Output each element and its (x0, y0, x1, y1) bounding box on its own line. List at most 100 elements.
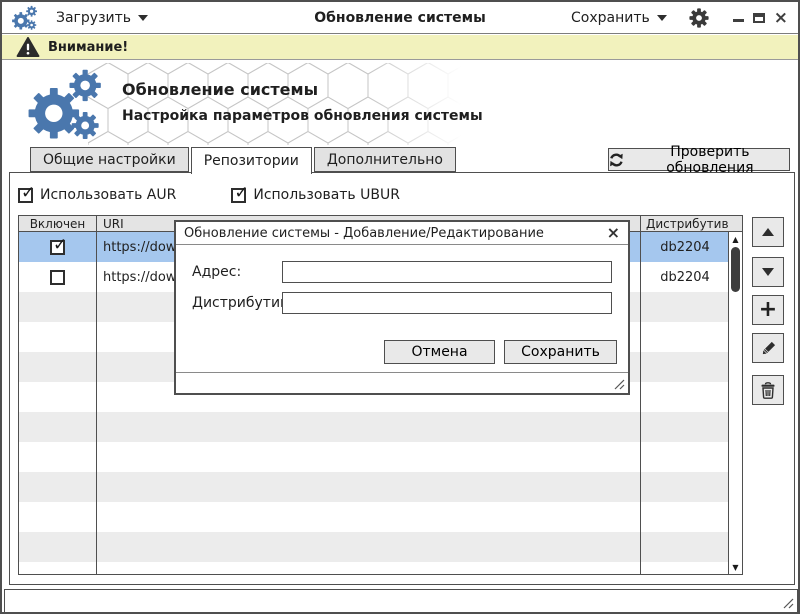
cancel-button[interactable]: Отмена (384, 340, 495, 364)
load-menu[interactable]: Загрузить (56, 10, 148, 26)
scroll-down-arrow-icon[interactable]: ▼ (729, 560, 742, 574)
cell-distro (640, 352, 730, 382)
check-updates-button[interactable]: Проверить обновления (608, 148, 790, 171)
hexagon-fade (368, 63, 478, 145)
app-gears-logo (20, 68, 112, 142)
use-aur-label: Использовать AUR (40, 187, 176, 203)
dialog-title: Обновление системы - Добавление/Редактир… (184, 226, 544, 241)
use-aur-option[interactable]: Использовать AUR (18, 187, 176, 203)
resize-handle-icon[interactable] (611, 376, 625, 390)
minimize-button[interactable] (733, 19, 744, 22)
use-ubur-checkbox[interactable] (231, 188, 246, 203)
use-ubur-option[interactable]: Использовать UBUR (231, 187, 400, 203)
repo-source-options: Использовать AUR Использовать UBUR (18, 187, 455, 203)
cell-enabled (19, 382, 96, 412)
cell-distro (640, 382, 730, 412)
save-button[interactable]: Сохранить (504, 340, 617, 364)
delete-repo-button[interactable] (752, 375, 784, 405)
cell-enabled (19, 352, 96, 382)
row-enabled-checkbox[interactable] (50, 240, 65, 255)
status-bar (4, 589, 798, 613)
app-window: Загрузить Обновление системы Сохранить ×… (0, 0, 800, 614)
cell-distro (640, 292, 730, 322)
warning-triangle-icon (16, 37, 40, 57)
use-aur-checkbox[interactable] (18, 188, 33, 203)
table-row[interactable] (19, 502, 742, 532)
cell-distro (640, 502, 730, 532)
cell-enabled (19, 292, 96, 322)
add-edit-dialog: Обновление системы - Добавление/Редактир… (174, 220, 630, 395)
move-down-button[interactable] (752, 257, 784, 287)
cell-enabled (19, 262, 96, 292)
header-banner: Обновление системы Настройка параметров … (2, 60, 798, 147)
table-row[interactable] (19, 532, 742, 562)
arrow-down-icon (762, 268, 774, 276)
cell-enabled (19, 532, 96, 562)
cell-enabled (19, 232, 96, 262)
cell-distro (640, 562, 730, 574)
distro-label: Дистрибутив: (192, 295, 293, 311)
app-gears-icon (10, 5, 40, 31)
chevron-down-icon (138, 15, 148, 21)
load-menu-label: Загрузить (56, 10, 131, 26)
settings-gear-icon[interactable] (689, 8, 709, 28)
table-row[interactable] (19, 472, 742, 502)
tab-general-settings[interactable]: Общие настройки (30, 147, 189, 172)
arrow-up-icon (762, 228, 774, 236)
save-menu-label: Сохранить (571, 10, 650, 26)
add-repo-button[interactable]: + (752, 295, 784, 325)
dialog-title-bar[interactable]: Обновление системы - Добавление/Редактир… (176, 222, 628, 245)
dialog-close-icon[interactable]: × (607, 223, 620, 242)
tab-strip: Общие настройки Репозитории Дополнительн… (30, 147, 458, 174)
plus-icon: + (759, 300, 777, 320)
check-updates-label: Проверить обновления (631, 144, 789, 176)
cell-distro: db2204 (640, 232, 730, 262)
title-bar: Загрузить Обновление системы Сохранить × (2, 2, 798, 34)
address-label: Адрес: (192, 264, 241, 280)
cell-enabled (19, 412, 96, 442)
cell-enabled (19, 442, 96, 472)
page-title: Обновление системы (122, 80, 318, 99)
warning-bar: Внимание! (2, 35, 798, 60)
chevron-down-icon (657, 15, 667, 21)
close-button[interactable]: × (774, 13, 788, 23)
table-row[interactable] (19, 562, 742, 574)
scrollbar-thumb[interactable] (731, 247, 740, 292)
table-row[interactable] (19, 412, 742, 442)
move-up-button[interactable] (752, 217, 784, 247)
page-subtitle: Настройка параметров обновления системы (122, 108, 483, 124)
cell-enabled (19, 502, 96, 532)
window-resize-handle-icon[interactable] (780, 595, 794, 609)
column-header-distro: Дистрибутив (646, 217, 729, 231)
cell-enabled (19, 322, 96, 352)
tab-repositories[interactable]: Репозитории (191, 147, 312, 174)
dialog-footer (176, 372, 628, 393)
table-scrollbar[interactable]: ▲ ▼ (728, 232, 742, 574)
cell-distro (640, 442, 730, 472)
cell-enabled (19, 562, 96, 574)
column-divider (640, 216, 641, 574)
cell-uri: https://down (103, 262, 185, 292)
trash-icon (760, 382, 776, 399)
cell-uri: https://down (103, 232, 185, 262)
pencil-icon (760, 340, 777, 357)
warning-text: Внимание! (48, 40, 128, 55)
cell-enabled (19, 472, 96, 502)
use-ubur-label: Использовать UBUR (253, 187, 400, 203)
cell-distro (640, 412, 730, 442)
refresh-icon (609, 152, 624, 168)
scroll-up-arrow-icon[interactable]: ▲ (729, 232, 742, 246)
maximize-button[interactable] (753, 13, 765, 23)
distro-field[interactable] (282, 292, 612, 314)
edit-repo-button[interactable] (752, 333, 784, 363)
table-row[interactable] (19, 442, 742, 472)
tab-additional[interactable]: Дополнительно (314, 147, 456, 172)
save-menu[interactable]: Сохранить (571, 10, 667, 26)
column-header-uri: URI (103, 217, 124, 231)
row-enabled-checkbox[interactable] (50, 270, 65, 285)
column-divider (96, 216, 97, 574)
address-field[interactable] (282, 261, 612, 283)
cell-distro (640, 532, 730, 562)
column-header-enabled: Включен (19, 217, 96, 231)
cell-distro (640, 472, 730, 502)
